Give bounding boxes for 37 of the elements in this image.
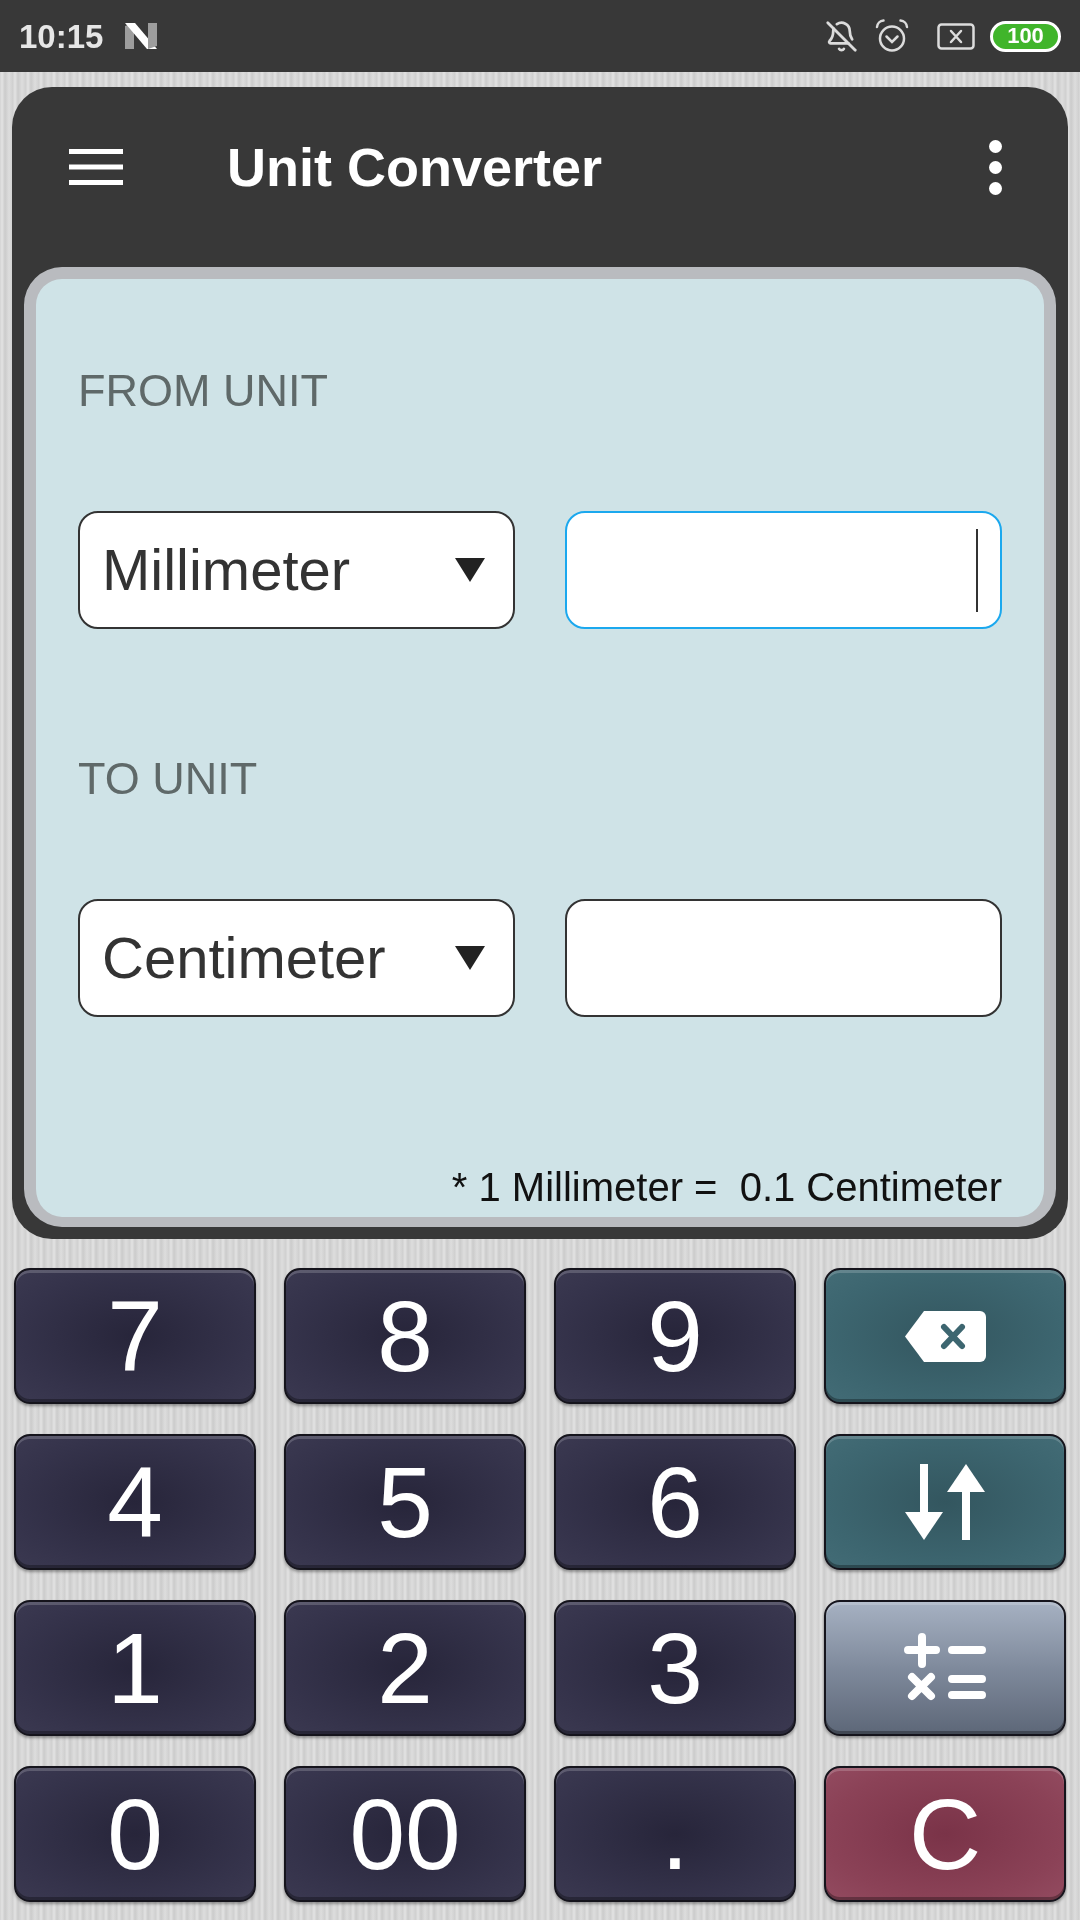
- alarm-clock-icon: [875, 19, 909, 53]
- menu-icon[interactable]: [69, 149, 123, 185]
- keypad-key[interactable]: 00: [284, 1766, 526, 1902]
- keypad-key[interactable]: 6: [554, 1434, 796, 1570]
- keypad-key[interactable]: 1: [14, 1600, 256, 1736]
- caret-icon: [455, 946, 485, 970]
- section-label: TO UNIT: [78, 756, 259, 801]
- keypad-key[interactable]: 3: [554, 1600, 796, 1736]
- more-options-icon[interactable]: [989, 139, 1002, 195]
- conversion-note: * 1 Millimeter = 0.1 Centimeter: [451, 1167, 1002, 1207]
- math-operators-icon: [904, 1633, 986, 1703]
- keypad-key[interactable]: .: [554, 1766, 796, 1902]
- status-time: 10:15: [19, 19, 104, 53]
- bell-off-icon: [825, 19, 858, 53]
- keypad-key[interactable]: 0: [14, 1766, 256, 1902]
- backspace-key[interactable]: [824, 1268, 1066, 1404]
- swap-key[interactable]: [824, 1434, 1066, 1570]
- swap-arrows-icon: [905, 1464, 985, 1540]
- battery-indicator: 100: [990, 20, 1061, 52]
- unit-dropdown[interactable]: Millimeter: [78, 511, 515, 629]
- keypad-key[interactable]: 7: [14, 1268, 256, 1404]
- caret-icon: [455, 558, 485, 582]
- backspace-icon: [904, 1310, 986, 1362]
- keypad-key[interactable]: 8: [284, 1268, 526, 1404]
- box-x-icon: [937, 22, 975, 50]
- keypad-key[interactable]: 9: [554, 1268, 796, 1404]
- keypad-key[interactable]: 5: [284, 1434, 526, 1570]
- keypad-key[interactable]: 4: [14, 1434, 256, 1570]
- section-label: FROM UNIT: [78, 368, 329, 413]
- value-input-field[interactable]: [565, 511, 1002, 629]
- unit-dropdown[interactable]: Centimeter: [78, 899, 515, 1017]
- calculator-key[interactable]: [824, 1600, 1066, 1736]
- clear-key[interactable]: C: [824, 1766, 1066, 1902]
- value-input-field[interactable]: [565, 899, 1002, 1017]
- app-title: Unit Converter: [227, 140, 603, 194]
- keypad-key[interactable]: 2: [284, 1600, 526, 1736]
- app-logo-icon: [125, 23, 158, 49]
